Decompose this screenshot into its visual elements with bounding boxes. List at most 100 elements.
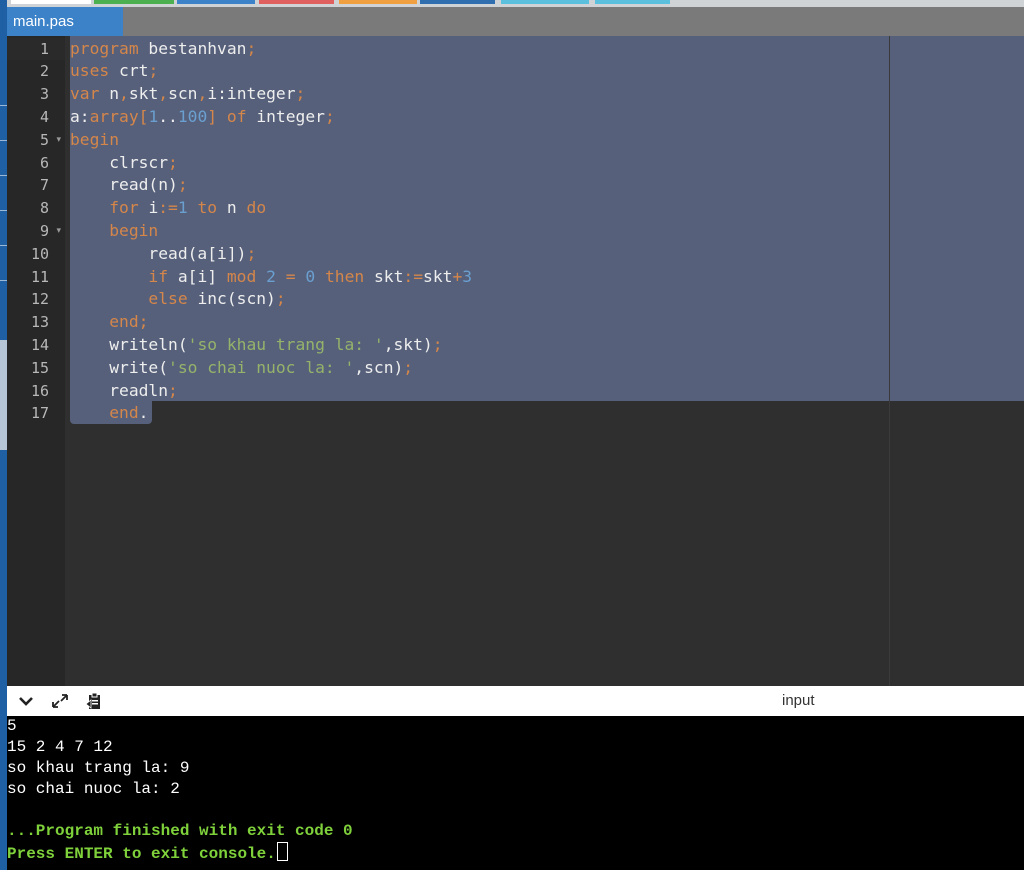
code-line: begin (70, 129, 119, 152)
fold-arrow-icon[interactable]: ▾ (56, 129, 61, 152)
code-token: a: (70, 106, 90, 126)
code-token: ; (168, 152, 178, 172)
code-line: readln; (70, 380, 178, 403)
code-token: a[i] (168, 266, 227, 286)
code-line: a:array[1..100] of integer; (70, 106, 335, 129)
code-token: if (148, 266, 169, 286)
code-line: end; (70, 311, 148, 334)
code-line: write('so chai nuoc la: ',scn); (70, 357, 413, 380)
code-token: ; (246, 38, 257, 58)
code-token: i (138, 198, 159, 218)
code-token: readln (70, 380, 169, 400)
code-token: = (285, 266, 296, 286)
code-token: 'so chai nuoc la: ' (168, 357, 355, 377)
console-line: so chai nuoc la: 2 (7, 780, 180, 798)
code-token: ; (148, 61, 159, 81)
console-line: 5 (7, 717, 17, 735)
code-line: read(n); (70, 174, 188, 197)
code-token: array (89, 106, 139, 126)
code-token: 100 (177, 106, 208, 126)
code-token: n (99, 84, 120, 104)
code-token: := (403, 266, 424, 286)
line-gutter: 1 2 3 4 5 ▾ 6 7 8 9 ▾ 10 11 12 13 14 15 16 17 (7, 36, 65, 686)
code-token: crt (109, 61, 149, 81)
console-line: 15 2 4 7 12 (7, 738, 113, 756)
copy-clipboard-icon[interactable] (83, 691, 105, 711)
line-number: 13 (30, 313, 49, 332)
code-line: program bestanhvan; (70, 38, 256, 61)
toolbar-strip (7, 0, 1024, 7)
code-token: n (217, 198, 247, 218)
line-number: 8 (39, 199, 49, 218)
line-number: 4 (39, 107, 49, 126)
code-token: ] (207, 106, 218, 126)
code-token: clrscr (70, 152, 169, 172)
console-line: Press ENTER to exit console. (7, 842, 288, 863)
code-token: then (324, 266, 365, 286)
code-line: end. (70, 402, 148, 425)
input-label[interactable]: input (782, 692, 815, 709)
tab-bar: main.pas (7, 7, 1024, 36)
line-number: 10 (30, 244, 49, 263)
print-margin (889, 36, 890, 686)
code-token: [ (138, 106, 149, 126)
code-token: end (109, 312, 139, 332)
code-token: , (119, 84, 129, 104)
code-line: var n,skt,scn,i:integer; (70, 83, 305, 106)
code-token: ,scn) (354, 357, 404, 377)
code-token: writeln( (70, 334, 188, 354)
code-token: 'so khau trang la: ' (187, 334, 384, 354)
console-output[interactable]: 5 15 2 4 7 12 so khau trang la: 9 so chai n… (7, 716, 1024, 870)
fold-arrow-icon[interactable]: ▾ (56, 220, 61, 243)
line-number: 11 (30, 267, 49, 286)
code-token: 1 (177, 198, 188, 218)
code-token: skt (128, 84, 159, 104)
code-token: ; (275, 289, 286, 309)
code-token: else (148, 289, 188, 309)
window-left-edge (0, 0, 7, 870)
code-token: of (226, 106, 247, 126)
code-token: inc(scn) (187, 289, 276, 309)
code-token: write( (70, 357, 169, 377)
code-token: ; (177, 175, 188, 195)
console-line: ...Program finished with exit code 0 (7, 822, 353, 840)
code-token: var (70, 84, 100, 104)
code-token: 1 (148, 106, 159, 126)
line-number: 15 (30, 358, 49, 377)
expand-icon[interactable] (49, 691, 71, 711)
code-token: to (197, 198, 218, 218)
line-number: 14 (30, 335, 49, 354)
code-token: ; (168, 380, 178, 400)
code-token: . (138, 403, 149, 423)
tab-main-pas[interactable]: main.pas (7, 7, 123, 36)
code-token: for (109, 198, 139, 218)
code-area[interactable]: program bestanhvan; uses crt; var n,skt,sc… (65, 36, 1024, 686)
code-token: , (197, 84, 208, 104)
code-token: ; (246, 243, 257, 263)
code-line: for i:=1 to n do (70, 197, 266, 220)
code-token: uses (70, 61, 110, 81)
console-line: so khau trang la: 9 (7, 759, 190, 777)
line-number: 12 (30, 290, 49, 309)
code-token: begin (109, 220, 159, 240)
code-line: begin (70, 220, 158, 243)
code-token: ; (295, 84, 306, 104)
line-number: 7 (39, 176, 49, 195)
code-token: + (452, 266, 463, 286)
code-token: , (158, 84, 169, 104)
code-token: skt (423, 266, 453, 286)
code-editor[interactable]: 1 2 3 4 5 ▾ 6 7 8 9 ▾ 10 11 12 13 14 15 16 17 program best… (7, 36, 1024, 686)
code-token: end (109, 403, 139, 423)
code-token: ; (138, 312, 149, 332)
collapse-chevron-icon[interactable] (15, 691, 37, 711)
code-token: 2 (266, 266, 276, 286)
line-number: 2 (39, 62, 49, 81)
